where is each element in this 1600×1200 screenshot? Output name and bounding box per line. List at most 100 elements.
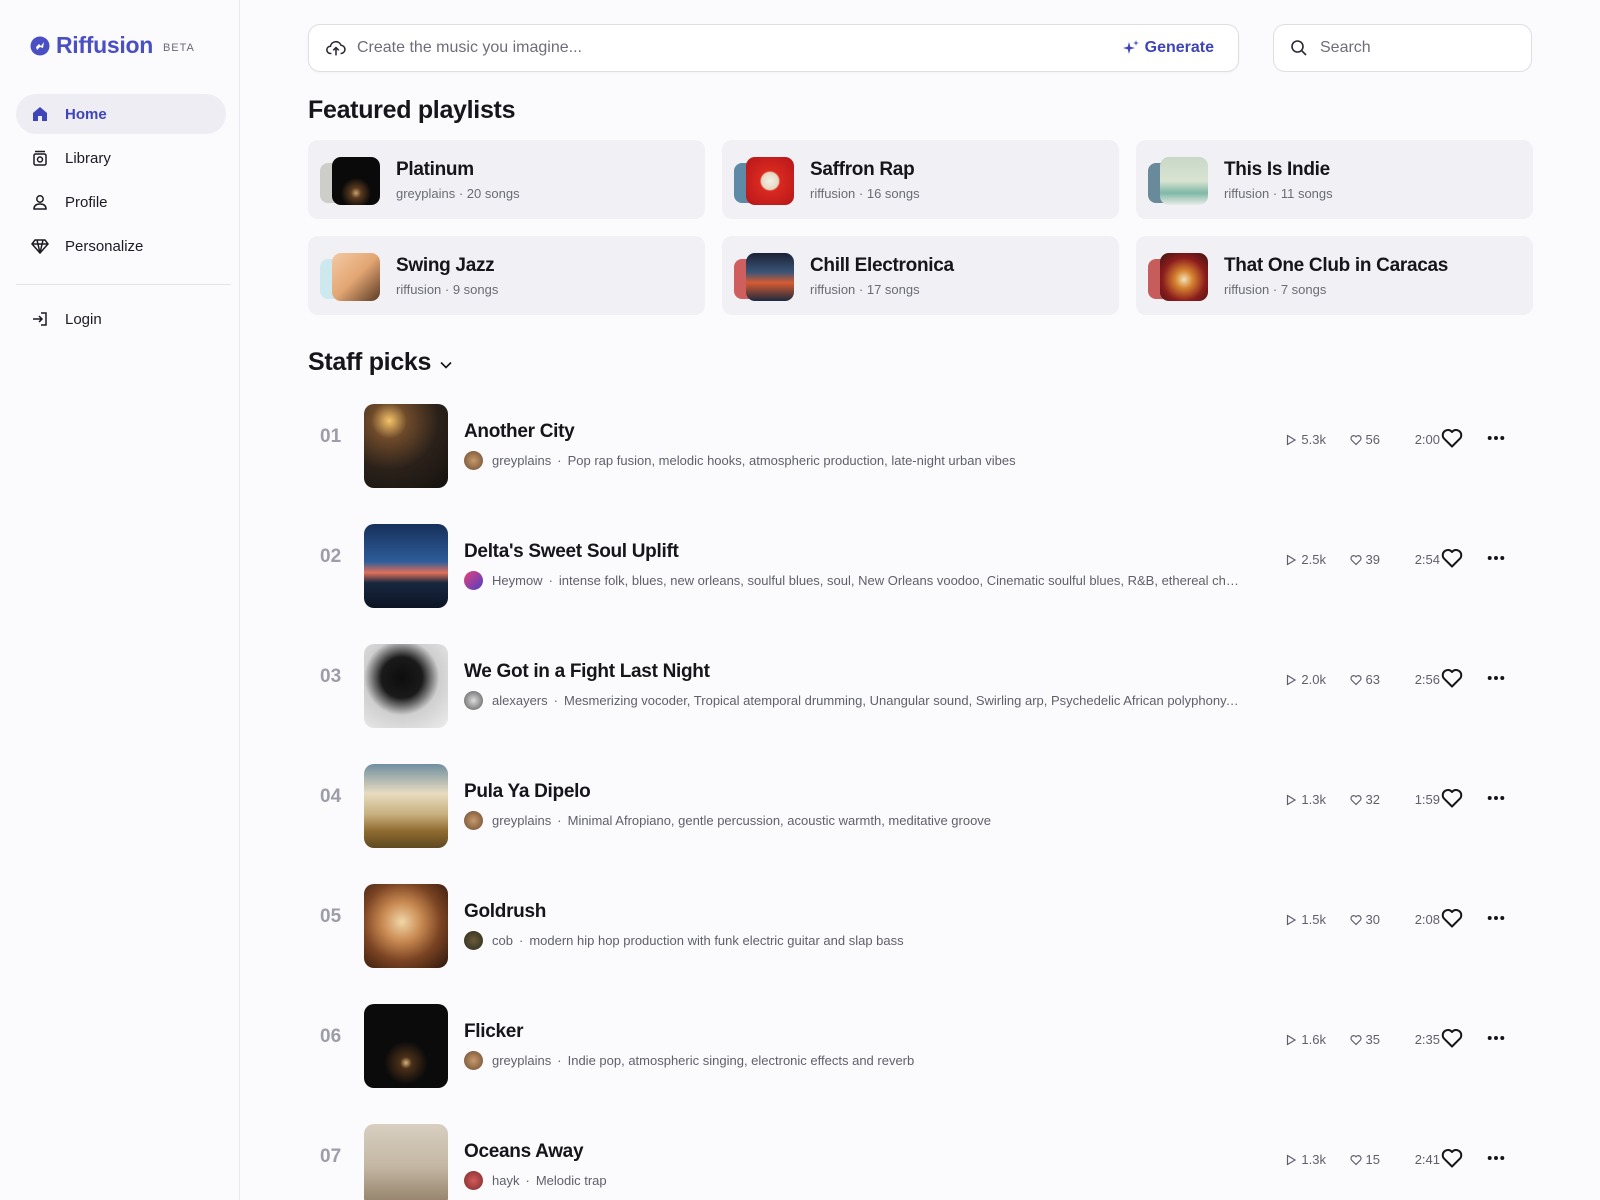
prompt-input[interactable]: [357, 39, 1123, 57]
nav-item-personalize[interactable]: Personalize: [16, 226, 226, 266]
artist-avatar[interactable]: [464, 811, 483, 830]
playlist-card[interactable]: Swing Jazz riffusion · 9 songs: [308, 236, 705, 315]
play-count: 2.5k: [1276, 552, 1326, 567]
like-heart-icon[interactable]: [1440, 786, 1464, 810]
track-row[interactable]: 07 Oceans Away hayk · Melodic trap 1.3k …: [308, 1116, 1532, 1200]
track-title[interactable]: Oceans Away: [464, 1141, 584, 1163]
nav-item-home[interactable]: Home: [16, 94, 226, 134]
nav-item-profile[interactable]: Profile: [16, 182, 226, 222]
track-title[interactable]: Goldrush: [464, 901, 546, 923]
track-number: 06: [320, 1026, 342, 1047]
play-count: 1.3k: [1276, 1152, 1326, 1167]
like-count-value: 56: [1365, 432, 1380, 447]
track-cover[interactable]: [364, 524, 448, 608]
more-options-button[interactable]: [1484, 1146, 1508, 1170]
search-input[interactable]: [1320, 39, 1500, 57]
search-box: [1273, 24, 1532, 72]
play-count-value: 2.5k: [1301, 552, 1326, 567]
track-title[interactable]: We Got in a Fight Last Night: [464, 661, 710, 683]
more-options-button[interactable]: [1484, 546, 1508, 570]
track-duration: 2:56: [1414, 672, 1440, 687]
playlist-name: This Is Indie: [1224, 158, 1330, 180]
like-heart-icon[interactable]: [1440, 906, 1464, 930]
like-heart-icon[interactable]: [1440, 1146, 1464, 1170]
track-title[interactable]: Flicker: [464, 1021, 523, 1043]
more-dots-icon: [1487, 796, 1505, 800]
home-icon: [33, 107, 47, 121]
track-artist[interactable]: greyplains: [492, 813, 551, 828]
playlist-card[interactable]: Platinum greyplains · 20 songs: [308, 140, 705, 219]
like-count: 32: [1330, 792, 1380, 807]
heart-small-icon: [1349, 554, 1362, 565]
riffusion-logo[interactable]: Riffusion BETA: [30, 32, 195, 59]
more-options-button[interactable]: [1484, 1026, 1508, 1050]
track-row[interactable]: 04 Pula Ya Dipelo greyplains · Minimal A…: [308, 756, 1532, 876]
track-row[interactable]: 03 We Got in a Fight Last Night alexayer…: [308, 636, 1532, 756]
track-cover[interactable]: [364, 884, 448, 968]
track-tags: intense folk, blues, new orleans, soulfu…: [558, 573, 1239, 588]
play-count-value: 1.3k: [1301, 1152, 1326, 1167]
track-title[interactable]: Delta's Sweet Soul Uplift: [464, 541, 679, 563]
heart-small-icon: [1349, 794, 1362, 805]
playlist-card[interactable]: Saffron Rap riffusion · 16 songs: [722, 140, 1119, 219]
more-options-button[interactable]: [1484, 786, 1508, 810]
artist-avatar[interactable]: [464, 451, 483, 470]
playlist-card[interactable]: That One Club in Caracas riffusion · 7 so…: [1136, 236, 1533, 315]
cloud-upload-icon[interactable]: [325, 37, 347, 59]
play-count: 1.3k: [1276, 792, 1326, 807]
track-artist[interactable]: greyplains: [492, 1053, 551, 1068]
track-row[interactable]: 05 Goldrush cob · modern hip hop product…: [308, 876, 1532, 996]
track-cover[interactable]: [364, 1004, 448, 1088]
track-row[interactable]: 02 Delta's Sweet Soul Uplift Heymow · in…: [308, 516, 1532, 636]
like-count-value: 39: [1365, 552, 1380, 567]
track-duration: 2:35: [1414, 1032, 1440, 1047]
more-options-button[interactable]: [1484, 426, 1508, 450]
playlist-card[interactable]: This Is Indie riffusion · 11 songs: [1136, 140, 1533, 219]
artist-avatar[interactable]: [464, 1171, 483, 1190]
track-subtitle: greyplains · Pop rap fusion, melodic hoo…: [464, 451, 1016, 470]
track-title[interactable]: Another City: [464, 421, 575, 443]
playlist-meta: riffusion · 9 songs: [396, 281, 499, 297]
track-tags: Melodic trap: [535, 1173, 607, 1188]
track-artist[interactable]: Heymow: [492, 573, 543, 588]
track-cover[interactable]: [364, 764, 448, 848]
generate-button[interactable]: Generate: [1122, 39, 1214, 57]
track-row[interactable]: 01 Another City greyplains · Pop rap fus…: [308, 396, 1532, 516]
nav-item-library[interactable]: Library: [16, 138, 226, 178]
more-dots-icon: [1487, 676, 1505, 680]
track-cover[interactable]: [364, 644, 448, 728]
play-icon: [1287, 433, 1297, 446]
nav-divider: [16, 284, 231, 285]
track-artist[interactable]: cob: [492, 933, 513, 948]
playlist-card[interactable]: Chill Electronica riffusion · 17 songs: [722, 236, 1119, 315]
track-row[interactable]: 06 Flicker greyplains · Indie pop, atmos…: [308, 996, 1532, 1116]
track-artist[interactable]: greyplains: [492, 453, 551, 468]
like-count-value: 30: [1365, 912, 1380, 927]
like-heart-icon[interactable]: [1440, 666, 1464, 690]
play-count: 2.0k: [1276, 672, 1326, 687]
like-heart-icon[interactable]: [1440, 1026, 1464, 1050]
artist-avatar[interactable]: [464, 571, 483, 590]
track-cover[interactable]: [364, 1124, 448, 1200]
more-dots-icon: [1487, 556, 1505, 560]
track-artist[interactable]: alexayers: [492, 693, 548, 708]
track-tags: Minimal Afropiano, gentle percussion, ac…: [567, 813, 992, 828]
like-heart-icon[interactable]: [1440, 426, 1464, 450]
artist-avatar[interactable]: [464, 691, 483, 710]
more-options-button[interactable]: [1484, 906, 1508, 930]
track-title[interactable]: Pula Ya Dipelo: [464, 781, 591, 803]
artist-avatar[interactable]: [464, 1051, 483, 1070]
playlist-name: Saffron Rap: [810, 158, 915, 180]
staff-picks-heading[interactable]: Staff picks: [308, 348, 453, 377]
playlist-cover: [746, 156, 794, 205]
track-stats: 5.3k 56 2:00: [1276, 432, 1440, 447]
heart-small-icon: [1349, 674, 1362, 685]
more-options-button[interactable]: [1484, 666, 1508, 690]
nav-label-profile: Profile: [65, 193, 108, 211]
nav-item-login[interactable]: Login: [16, 299, 226, 339]
artist-avatar[interactable]: [464, 931, 483, 950]
track-cover[interactable]: [364, 404, 448, 488]
like-heart-icon[interactable]: [1440, 546, 1464, 570]
nav-label-login: Login: [65, 310, 102, 328]
track-artist[interactable]: hayk: [492, 1173, 519, 1188]
